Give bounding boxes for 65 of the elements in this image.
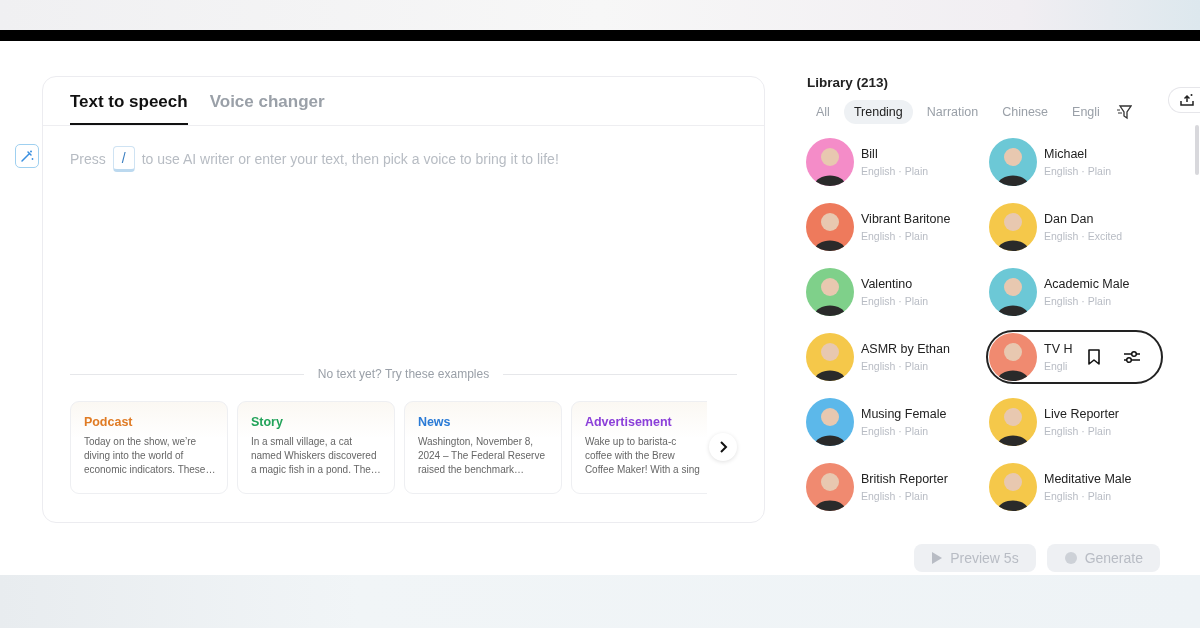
example-card[interactable]: Podcast Today on the show, we’re diving into the world of economic indicators. These… <box>69 401 228 494</box>
voice-item[interactable]: Academic Male English · Plain <box>989 268 1172 316</box>
prompt-text: to use AI writer or enter your text, then pick a voice to bring it to life! <box>141 151 559 167</box>
voice-name: TV H <box>1044 342 1074 356</box>
voice-meta: English · Plain <box>1044 490 1113 502</box>
voice-meta: English · Excited <box>1044 230 1123 242</box>
voice-name: ASMR by Ethan <box>861 342 950 356</box>
voice-name: Valentino <box>861 277 914 291</box>
voice-item[interactable]: ASMR by Ethan English · Plain <box>806 333 989 381</box>
example-title: Advertisement <box>584 415 673 429</box>
voice-item[interactable]: Vibrant Baritone English · Plain <box>806 203 989 251</box>
tab[interactable]: Text to speech <box>69 77 188 125</box>
example-card[interactable]: News Washington, November 8, 2024 – The Federal Reserve raised the benchmark… <box>403 401 562 494</box>
voice-meta: English · Plain <box>861 360 930 372</box>
bookmark-icon[interactable] <box>1086 348 1102 366</box>
voice-item[interactable]: Dan Dan English · Excited <box>989 203 1172 251</box>
example-title: Story <box>250 415 284 429</box>
voice-meta: English · Plain <box>861 425 930 437</box>
voice-item[interactable]: Musing Female English · Plain <box>806 398 989 446</box>
example-card[interactable]: Advertisement Wake up to barista-c coffee with the Brew Coffee Maker! With a sing <box>570 401 707 494</box>
example-text: Wake up to barista-c coffee with the Brew Coffee Maker! With a sing <box>584 435 700 477</box>
voice-name: Dan Dan <box>1044 212 1095 226</box>
voice-meta: English · Plain <box>861 490 930 502</box>
voice-meta: English · Plain <box>1044 165 1112 177</box>
voice-card[interactable]: TV H Engli <box>986 330 1163 384</box>
voice-name: Michael <box>1044 147 1089 161</box>
voice-name: Meditative Male <box>1044 472 1132 486</box>
example-card[interactable]: Story In a small village, a cat named Whiskers discovered a magic fish in a pond. The… <box>236 401 395 494</box>
voice-name: Bill <box>861 147 879 161</box>
upload-icon <box>1179 93 1194 107</box>
voice-name: Musing Female <box>861 407 947 421</box>
voice-item[interactable]: Bill English · Plain <box>806 138 989 186</box>
voice-meta: English · Plain <box>1044 425 1113 437</box>
example-text: In a small village, a cat named Whiskers discovered a magic fish in a pond. The… <box>250 435 381 477</box>
voice-meta: English · Plain <box>861 165 929 177</box>
voice-meta: English · Plain <box>1044 295 1113 307</box>
voice-item[interactable]: British Reporter English · Plain <box>806 463 989 511</box>
example-text: Today on the show, we’re diving into the world of economic indicators. These… <box>83 435 216 477</box>
voice-meta: English · Plain <box>861 230 930 242</box>
voice-item[interactable]: Michael English · Plain <box>989 138 1172 186</box>
play-icon <box>931 551 944 565</box>
voice-meta: English · Plain <box>861 295 929 307</box>
voice-name: Live Reporter <box>1044 407 1120 421</box>
examples-heading: No text yet? Try these examples <box>317 367 490 381</box>
example-title: Podcast <box>83 415 134 429</box>
chevron-right-icon <box>718 441 728 453</box>
filter-chip[interactable]: Trending <box>843 100 913 124</box>
slash-key: / <box>112 146 135 172</box>
voice-item[interactable]: Meditative Male English · Plain <box>989 463 1172 511</box>
sliders-icon[interactable] <box>1123 349 1141 365</box>
example-text: Washington, November 8, 2024 – The Federal Reserve raised the benchmark… <box>417 435 545 477</box>
next-button[interactable] <box>709 433 737 461</box>
upload-button[interactable] <box>1168 87 1200 113</box>
example-title: News <box>417 415 452 429</box>
voice-item[interactable]: Live Reporter English · Plain <box>989 398 1172 446</box>
ai-writer-button[interactable] <box>15 144 39 168</box>
voice-name: British Reporter <box>861 472 948 486</box>
voice-name: Academic Male <box>1044 277 1130 291</box>
library-title: Library (213) <box>807 75 890 90</box>
voice-name: Vibrant Baritone <box>861 212 951 226</box>
voice-meta: Engli <box>1044 360 1069 372</box>
magic-pen-icon <box>20 149 34 163</box>
voice-item[interactable]: Valentino English · Plain <box>806 268 989 316</box>
prompt-text: Press <box>69 151 106 167</box>
filter-icon[interactable] <box>1115 104 1132 120</box>
